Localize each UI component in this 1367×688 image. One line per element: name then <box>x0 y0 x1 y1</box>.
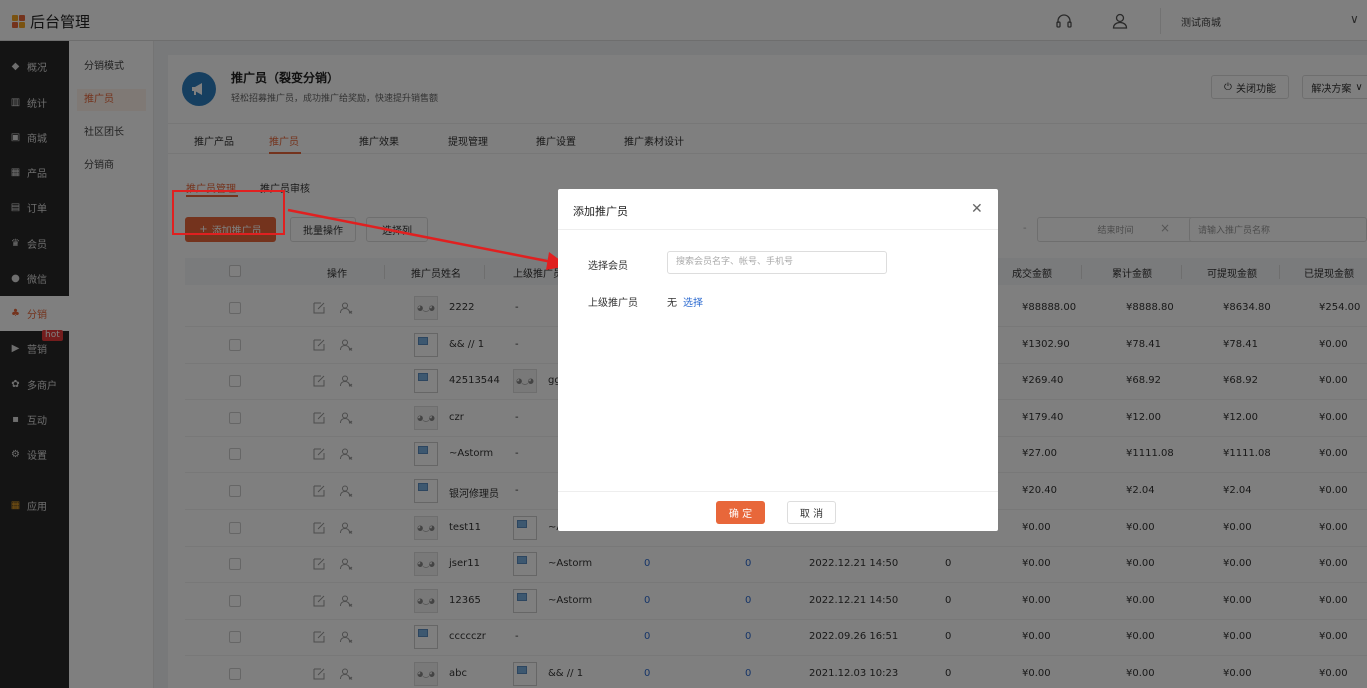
parent-promoter-value: 无选择 <box>667 294 703 309</box>
parent-promoter-label: 上级推广员 <box>588 298 638 309</box>
dialog-footer-divider <box>558 491 998 492</box>
dialog-header-divider <box>558 229 998 230</box>
dialog-title: 添加推广员 <box>573 205 628 218</box>
confirm-button[interactable]: 确 定 <box>716 501 765 524</box>
parent-value-text: 无 <box>667 298 677 309</box>
cancel-button[interactable]: 取 消 <box>787 501 836 524</box>
select-parent-link[interactable]: 选择 <box>683 298 703 309</box>
member-search-input[interactable]: 搜索会员名字、帐号、手机号 <box>667 251 887 274</box>
select-member-label: 选择会员 <box>588 261 628 272</box>
add-promoter-dialog: 添加推广员 ✕ 选择会员 搜索会员名字、帐号、手机号 上级推广员 无选择 确 定… <box>558 189 998 531</box>
close-icon[interactable]: ✕ <box>971 201 983 217</box>
annotation-highlight-box <box>172 190 285 235</box>
